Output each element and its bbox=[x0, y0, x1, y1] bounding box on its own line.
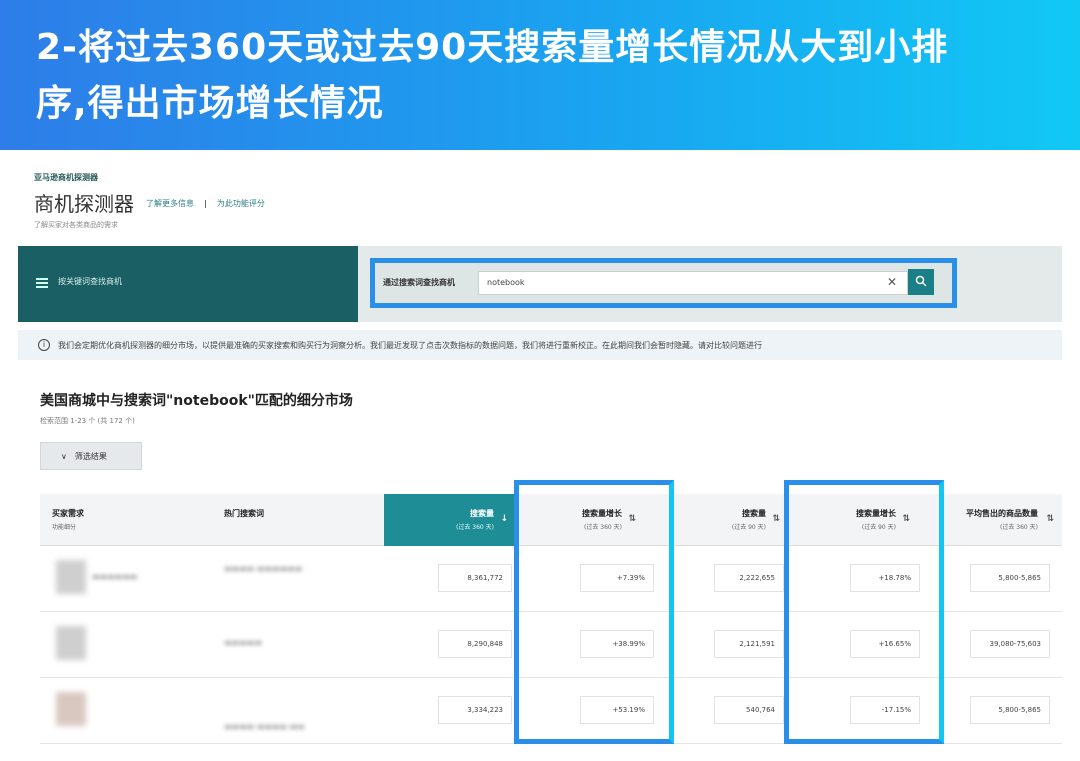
avg-units-sold: 5,800-5,865 bbox=[970, 696, 1050, 724]
header-sub: (过去 90 天) bbox=[731, 524, 766, 531]
learn-more-link[interactable]: 了解更多信息 bbox=[146, 199, 194, 208]
header-label: 平均售出的商品数量 bbox=[966, 509, 1038, 518]
info-bar: i 我们会定期优化商机探测器的细分市场，以提供最准确的买家搜索和购买行为洞察分析… bbox=[18, 330, 1062, 360]
search-volume-90: 2,121,591 bbox=[714, 630, 784, 658]
header-buyer-need[interactable]: 买家需求 功能细分 bbox=[52, 494, 202, 546]
sort-down-icon[interactable]: ↓ bbox=[500, 514, 508, 524]
section-title: 美国商城中与搜索词"notebook"匹配的细分市场 bbox=[40, 393, 353, 409]
search-growth-360: +7.39% bbox=[580, 564, 654, 592]
header-search-volume-360[interactable]: 搜索量 (过去 360 天) ↓ bbox=[384, 494, 516, 546]
search-volume-90: 2,222,655 bbox=[714, 564, 784, 592]
keyword-finder-label: 按关键词查找商机 bbox=[58, 277, 122, 286]
blurred-segment-name: ▬▬▬▬▬▬ bbox=[92, 572, 138, 581]
menu-icon[interactable] bbox=[36, 278, 48, 288]
header-top-search-terms[interactable]: 热门搜索词 bbox=[224, 494, 374, 546]
search-band: 按关键词查找商机 通过搜索词查找商机 notebook ✕ bbox=[18, 246, 1062, 322]
info-icon: i bbox=[38, 339, 50, 351]
header-avg-units-sold[interactable]: 平均售出的商品数量 (过去 360 天) ⇅ bbox=[940, 494, 1058, 546]
search-volume-360: 3,334,223 bbox=[438, 696, 512, 724]
table-row[interactable]: ▬▬▬▬▬▬ ▬▬▬▬ ▬▬▬▬▬▬ 8,361,772 +7.39% 2,22… bbox=[40, 546, 1062, 612]
header-label: 搜索量 bbox=[470, 509, 494, 518]
search-growth-90: +16.65% bbox=[850, 630, 920, 658]
header-sub: (过去 360 天) bbox=[456, 524, 494, 531]
filter-label: 筛选结果 bbox=[74, 452, 107, 461]
sort-icon[interactable]: ⇅ bbox=[772, 514, 780, 524]
search-button[interactable] bbox=[908, 269, 934, 295]
product-thumbnail bbox=[56, 626, 86, 660]
sort-icon[interactable]: ⇅ bbox=[1046, 514, 1054, 524]
search-icon bbox=[915, 275, 927, 287]
header-search-volume-90[interactable]: 搜索量 (过去 90 天) ⇅ bbox=[680, 494, 784, 546]
table-row[interactable]: ▬▬▬▬▬ 8,290,848 +38.99% 2,121,591 +16.65… bbox=[40, 612, 1062, 678]
header-sub: (过去 90 天) bbox=[861, 524, 896, 531]
header-label: 搜索量增长 bbox=[856, 509, 896, 518]
search-volume-360: 8,361,772 bbox=[438, 564, 512, 592]
search-volume-360: 8,290,848 bbox=[438, 630, 512, 658]
header-label: 搜索量增长 bbox=[582, 509, 622, 518]
sort-icon[interactable]: ⇅ bbox=[628, 514, 636, 524]
sort-icon[interactable]: ⇅ bbox=[902, 514, 910, 524]
search-growth-360: +53.19% bbox=[580, 696, 654, 724]
header-search-growth-360[interactable]: 搜索量增长 (过去 360 天) ⇅ bbox=[520, 494, 650, 546]
header-search-growth-90[interactable]: 搜索量增长 (过去 90 天) ⇅ bbox=[792, 494, 922, 546]
avg-units-sold: 39,080-75,603 bbox=[970, 630, 1050, 658]
header-sub: 功能细分 bbox=[52, 524, 77, 531]
product-thumbnail bbox=[56, 560, 86, 594]
rate-feature-link[interactable]: 为此功能评分 bbox=[217, 199, 265, 208]
header-sub: (过去 360 天) bbox=[584, 524, 622, 531]
section-subtitle: 检索范围 1-23 个 (共 172 个) bbox=[40, 417, 135, 425]
blurred-search-term: ▬▬▬▬ ▬▬▬▬ ▬▬ bbox=[224, 722, 305, 731]
table-header: 买家需求 功能细分 热门搜索词 搜索量 (过去 360 天) ↓ 搜索量增长 (… bbox=[40, 494, 1062, 546]
blurred-search-term: ▬▬▬▬▬ bbox=[224, 638, 262, 647]
info-text: 我们会定期优化商机探测器的细分市场，以提供最准确的买家搜索和购买行为洞察分析。我… bbox=[58, 341, 762, 350]
keyword-finder-panel[interactable]: 按关键词查找商机 bbox=[18, 246, 358, 322]
header-label: 买家需求 bbox=[52, 509, 84, 518]
product-thumbnail bbox=[56, 692, 86, 726]
chevron-down-icon: ∨ bbox=[61, 452, 67, 461]
title-banner: 2-将过去360天或过去90天搜索量增长情况从大到小排 序,得出市场增长情况 bbox=[0, 0, 1080, 150]
table-row[interactable]: ▬▬▬▬ ▬▬▬▬ ▬▬ 3,334,223 +53.19% 540,764 -… bbox=[40, 678, 1062, 744]
header-label: 搜索量 bbox=[742, 509, 766, 518]
screenshot-area: 亚马逊商机探测器 商机探测器 了解更多信息 | 为此功能评分 了解买家对各类商品的需… bbox=[0, 150, 1080, 761]
avg-units-sold: 5,800-5,865 bbox=[970, 564, 1050, 592]
filter-button[interactable]: ∨ 筛选结果 bbox=[40, 442, 142, 470]
search-input[interactable]: notebook bbox=[478, 271, 908, 295]
search-highlight-box: 通过搜索词查找商机 notebook ✕ bbox=[370, 258, 957, 308]
search-growth-90: +18.78% bbox=[850, 564, 920, 592]
title-links: 了解更多信息 | 为此功能评分 bbox=[146, 198, 265, 209]
search-growth-90: -17.15% bbox=[850, 696, 920, 724]
link-separator: | bbox=[204, 199, 207, 208]
clear-icon[interactable]: ✕ bbox=[887, 275, 897, 289]
header-label: 热门搜索词 bbox=[224, 509, 264, 518]
blurred-search-term: ▬▬▬▬ ▬▬▬▬▬▬ bbox=[224, 564, 303, 573]
search-label: 通过搜索词查找商机 bbox=[383, 278, 455, 287]
search-growth-360: +38.99% bbox=[580, 630, 654, 658]
breadcrumb[interactable]: 亚马逊商机探测器 bbox=[34, 172, 98, 183]
banner-line-2: 序,得出市场增长情况 bbox=[36, 83, 384, 124]
header-sub: (过去 360 天) bbox=[1000, 524, 1038, 531]
page-subtitle: 了解买家对各类商品的需求 bbox=[34, 221, 118, 229]
banner-line-1: 2-将过去360天或过去90天搜索量增长情况从大到小排 bbox=[36, 27, 949, 68]
search-volume-90: 540,764 bbox=[714, 696, 784, 724]
page-title: 商机探测器 bbox=[34, 192, 134, 216]
